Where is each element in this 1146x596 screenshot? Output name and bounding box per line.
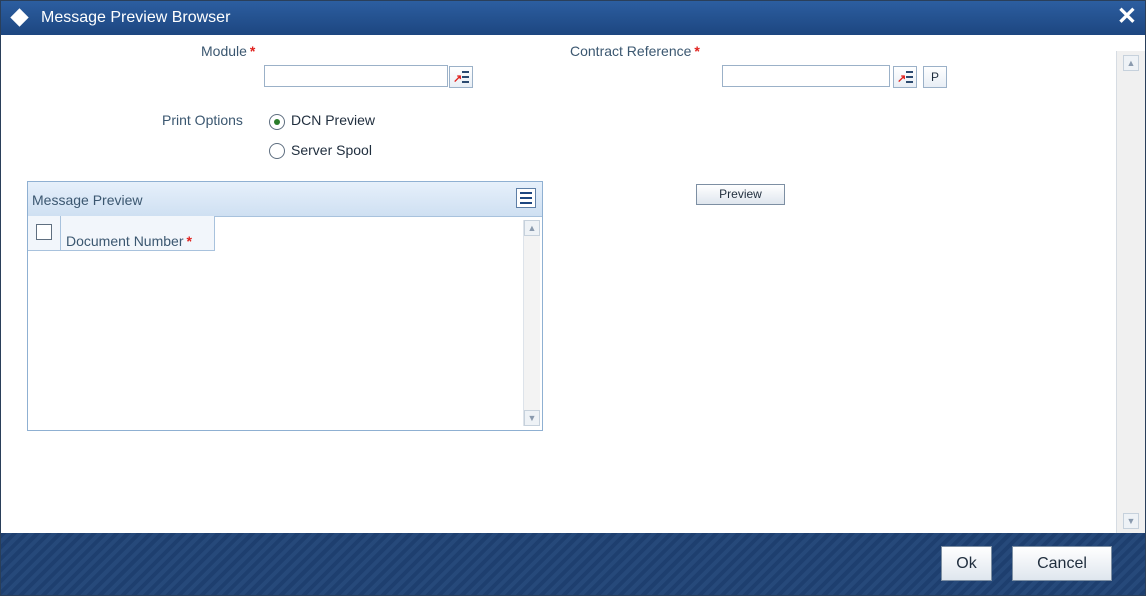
scroll-down-icon[interactable]: ▼	[524, 410, 540, 426]
title-bar: Message Preview Browser ✕	[1, 1, 1145, 35]
preview-button[interactable]: Preview	[696, 184, 785, 205]
server-spool-radio[interactable]	[269, 143, 285, 159]
window-title: Message Preview Browser	[41, 9, 231, 26]
scroll-up-icon[interactable]: ▲	[1123, 55, 1139, 71]
window-diamond-icon	[10, 8, 29, 27]
module-label-wrapper: Module *	[201, 43, 255, 59]
message-preview-title: Message Preview	[32, 192, 143, 208]
scroll-up-icon[interactable]: ▲	[524, 220, 540, 236]
document-number-column-label: Document Number *	[66, 233, 192, 249]
contract-reference-required-marker: *	[694, 43, 700, 59]
lov-arrow-icon: ↗	[453, 73, 463, 85]
list-icon	[906, 71, 913, 85]
print-options-label: Print Options	[162, 112, 243, 128]
scroll-down-icon[interactable]: ▼	[1123, 513, 1139, 529]
module-label: Module	[201, 43, 247, 59]
module-lov-button[interactable]: ↗	[449, 66, 473, 88]
lov-arrow-icon: ↗	[897, 73, 907, 85]
server-spool-label: Server Spool	[291, 142, 372, 158]
message-preview-header: Message Preview	[28, 182, 542, 217]
contract-reference-lov-button[interactable]: ↗	[893, 66, 917, 88]
column-divider	[60, 216, 61, 250]
contract-reference-label-wrapper: Contract Reference *	[570, 43, 700, 59]
module-input[interactable]	[264, 65, 448, 87]
window-scrollbar[interactable]: ▲ ▼	[1116, 51, 1145, 533]
dcn-preview-radio[interactable]	[269, 114, 285, 130]
main-content: Module * ↗ Contract Reference * ↗ P Print …	[1, 35, 1145, 533]
footer-bar: Ok Cancel	[1, 533, 1145, 595]
document-number-required-marker: *	[186, 233, 192, 249]
select-all-checkbox[interactable]	[36, 224, 52, 240]
p-button[interactable]: P	[923, 66, 947, 88]
contract-reference-input[interactable]	[722, 65, 890, 87]
ok-button[interactable]: Ok	[941, 546, 992, 581]
message-preview-panel: Message Preview Document Number * ▲ ▼	[27, 181, 543, 431]
dcn-preview-label: DCN Preview	[291, 112, 376, 128]
message-preview-browser-window: Message Preview Browser ✕ Module * ↗ Cont…	[0, 0, 1146, 596]
contract-reference-label: Contract Reference	[570, 43, 692, 59]
cancel-button[interactable]: Cancel	[1012, 546, 1112, 581]
close-icon[interactable]: ✕	[1117, 4, 1137, 30]
grid-view-icon[interactable]	[516, 188, 536, 208]
module-required-marker: *	[249, 43, 256, 59]
message-preview-scrollbar[interactable]: ▲ ▼	[523, 220, 540, 426]
list-icon	[462, 71, 469, 85]
document-number-label: Document Number	[66, 233, 184, 249]
